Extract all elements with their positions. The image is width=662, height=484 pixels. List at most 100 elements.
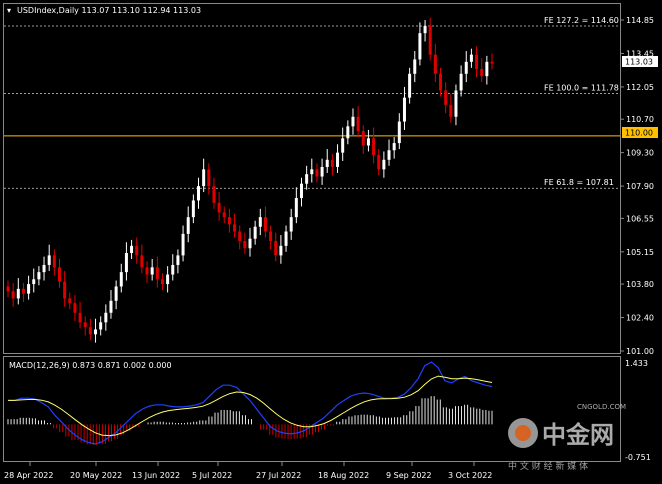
candle-body <box>73 303 77 313</box>
candle-body <box>444 90 448 105</box>
candle-body <box>207 169 211 187</box>
candle-body <box>336 152 340 167</box>
cngold-logo-inner <box>515 425 531 441</box>
candle-body <box>413 59 417 74</box>
candle-body <box>392 143 396 151</box>
candle-body <box>104 312 108 323</box>
candle-body <box>408 73 412 98</box>
candle-body <box>37 272 41 280</box>
candle-body <box>351 116 355 127</box>
candle-body <box>454 90 458 117</box>
candle-body <box>57 267 61 282</box>
candle-body <box>439 73 443 91</box>
candle-body <box>135 245 139 256</box>
fib-label: FE 61.8 = 107.81 <box>544 178 614 187</box>
candle-body <box>21 288 25 294</box>
watermark-tagline: 中 文 财 经 新 媒 体 <box>508 460 588 472</box>
candle-body <box>145 267 149 275</box>
candle-body <box>263 217 267 232</box>
candle-body <box>299 183 303 199</box>
candle-body <box>397 121 401 144</box>
trading-chart: FE 127.2 = 114.60 FE 100.0 = 111.78 FE 61.… <box>3 3 658 480</box>
candle-body <box>418 33 422 60</box>
candle-body <box>382 159 386 170</box>
date-axis: 28 Apr 2022 20 May 2022 13 Jun 2022 5 Jul 2… <box>4 462 492 480</box>
candle-body <box>258 217 262 227</box>
current-price-tag: 113.03 <box>622 56 658 67</box>
candle-body <box>160 279 164 285</box>
candle-body <box>372 138 376 156</box>
macd-label: MACD(12,26,9) 0.873 0.871 0.002 0.000 <box>9 361 172 370</box>
candle-body <box>155 267 159 280</box>
candle-body <box>191 200 195 218</box>
candle-body <box>124 253 128 273</box>
candle-body <box>449 104 453 117</box>
candle-body <box>274 241 278 256</box>
candle-body <box>52 255 56 268</box>
candle-body <box>361 131 365 146</box>
candle-body <box>480 68 484 77</box>
candle-body <box>402 97 406 122</box>
candle-body <box>11 291 15 299</box>
candle-body <box>428 25 432 55</box>
candle-body <box>63 281 67 299</box>
candle-body <box>27 284 31 294</box>
candle-body <box>227 217 231 225</box>
candle-body <box>377 155 381 170</box>
candle-body <box>238 231 242 242</box>
candle-body <box>181 233 185 256</box>
candle-body <box>341 138 345 153</box>
symbol-header: ▾ USDIndex,Daily 113.07 113.10 112.94 11… <box>7 6 201 15</box>
price-axis-label: 110.70 <box>626 115 654 124</box>
level-110-label: 110.00 <box>625 129 653 138</box>
fib-label: FE 100.0 = 111.78 <box>544 83 619 92</box>
candle-body <box>119 272 123 287</box>
candle-body <box>109 300 113 313</box>
candle-body <box>42 264 46 273</box>
watermark-brand-cn: 中金网 <box>542 421 614 449</box>
current-price-label: 113.03 <box>625 58 653 67</box>
candle-body <box>166 274 170 285</box>
date-axis-label: 20 May 2022 <box>70 471 122 480</box>
candle-body <box>202 169 206 187</box>
macd-top-value: 1.433 <box>625 359 648 368</box>
date-axis-label: 28 Apr 2022 <box>4 471 53 480</box>
candle-body <box>68 298 72 304</box>
candle-body <box>32 279 36 285</box>
candle-body <box>47 255 51 265</box>
candle-body <box>150 267 154 275</box>
symbol-line: USDIndex,Daily 113.07 113.10 112.94 113.… <box>17 6 201 15</box>
price-axis-label: 106.55 <box>626 214 654 223</box>
candle-body <box>346 126 350 139</box>
candle-body <box>294 198 298 218</box>
price-axis-label: 102.40 <box>626 314 654 323</box>
candle-body <box>469 54 473 62</box>
price-axis-label: 103.80 <box>626 280 654 289</box>
candle-body <box>233 224 237 232</box>
watermark-brand-en: CNGOLD.COM <box>577 403 626 411</box>
candle-body <box>433 54 437 74</box>
candle-body <box>423 25 427 34</box>
macd-bottom-value: -0.751 <box>625 453 651 462</box>
candle-body <box>289 217 293 232</box>
candle-body <box>320 166 324 177</box>
candle-body <box>315 169 319 177</box>
date-axis-label: 18 Aug 2022 <box>318 471 369 480</box>
candle-body <box>248 238 252 249</box>
price-axis-label: 101.00 <box>626 347 654 356</box>
header-icon: ▾ <box>7 6 11 15</box>
candle-body <box>217 202 221 213</box>
candle-body <box>356 116 360 132</box>
candle-body <box>325 159 329 167</box>
price-axis-label: 107.90 <box>626 182 654 191</box>
candle-body <box>140 255 144 268</box>
candle-body <box>171 264 175 275</box>
candle-body <box>130 245 134 254</box>
date-axis-label: 13 Jun 2022 <box>132 471 180 480</box>
candle-body <box>212 186 216 203</box>
candle-body <box>16 288 20 299</box>
candle-body <box>387 150 391 160</box>
candle-body <box>94 329 98 335</box>
price-axis-label: 112.05 <box>626 83 654 92</box>
date-axis-label: 5 Jul 2022 <box>192 471 232 480</box>
